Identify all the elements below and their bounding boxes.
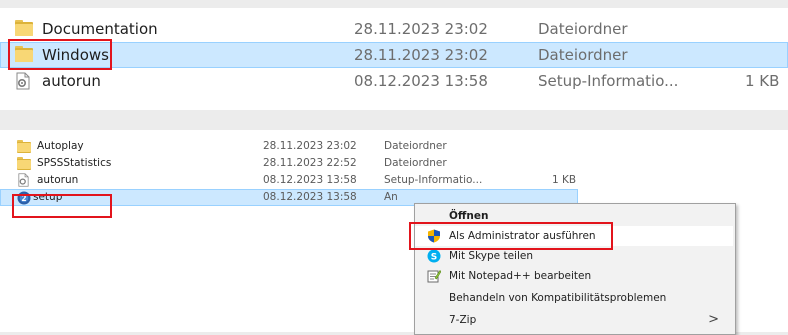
notepadpp-icon (427, 269, 442, 283)
settings-file-icon (17, 173, 30, 187)
settings-file-icon (15, 72, 31, 90)
file-date: 28.11.2023 22:52 (263, 157, 357, 169)
file-row-autoplay[interactable]: Autoplay 28.11.2023 23:02 Dateiordner (0, 138, 578, 155)
menu-item-7zip[interactable]: 7-Zip > (415, 310, 733, 330)
chevron-right-icon: > (708, 312, 719, 327)
file-row-spssstatistics[interactable]: SPSSStatistics 28.11.2023 22:52 Dateiord… (0, 155, 578, 172)
folder-icon (17, 140, 31, 153)
file-size: 1 KB (552, 174, 577, 186)
folder-icon (15, 20, 33, 36)
file-type: Dateiordner (538, 46, 628, 64)
menu-item-notepadpp[interactable]: Mit Notepad++ bearbeiten (415, 266, 733, 286)
menu-item-compatibility[interactable]: Behandeln von Kompatibilitätsproblemen (415, 288, 733, 308)
file-name: autorun (37, 174, 79, 186)
file-date: 28.11.2023 23:02 (354, 20, 488, 38)
file-name: Autoplay (37, 140, 84, 152)
file-date: 28.11.2023 23:02 (263, 140, 357, 152)
file-type: Dateiordner (538, 20, 628, 38)
file-date: 08.12.2023 13:58 (354, 72, 488, 90)
file-row-documentation[interactable]: Documentation 28.11.2023 23:02 Dateiordn… (0, 16, 788, 42)
menu-item-label: Mit Notepad++ bearbeiten (449, 270, 592, 282)
folder-icon (17, 157, 31, 170)
menu-item-label: 7-Zip (449, 314, 477, 326)
file-type: Setup-Informatio... (384, 174, 483, 186)
file-row-windows[interactable]: Windows 28.11.2023 23:02 Dateiordner (0, 42, 788, 68)
file-date: 28.11.2023 23:02 (354, 46, 488, 64)
file-row-autorun[interactable]: autorun 08.12.2023 13:58 Setup-Informati… (0, 68, 788, 94)
file-name: autorun (42, 72, 101, 90)
file-list-top: Documentation 28.11.2023 23:02 Dateiordn… (0, 8, 788, 110)
file-type: Dateiordner (384, 140, 447, 152)
file-date: 08.12.2023 13:58 (263, 191, 357, 203)
svg-text:S: S (431, 253, 437, 263)
file-type: Dateiordner (384, 157, 447, 169)
file-size: 1 KB (745, 72, 780, 90)
file-name: SPSSStatistics (37, 157, 112, 169)
file-type: Setup-Informatio... (538, 72, 679, 90)
run-as-admin-highlight-box (409, 222, 613, 250)
file-type: An (384, 191, 398, 203)
skype-icon: S (427, 249, 441, 263)
menu-item-label: Behandeln von Kompatibilitätsproblemen (449, 292, 667, 304)
file-date: 08.12.2023 13:58 (263, 174, 357, 186)
file-row-autorun[interactable]: autorun 08.12.2023 13:58 Setup-Informati… (0, 172, 578, 189)
setup-highlight-box (12, 194, 112, 218)
windows-highlight-box (8, 39, 112, 70)
